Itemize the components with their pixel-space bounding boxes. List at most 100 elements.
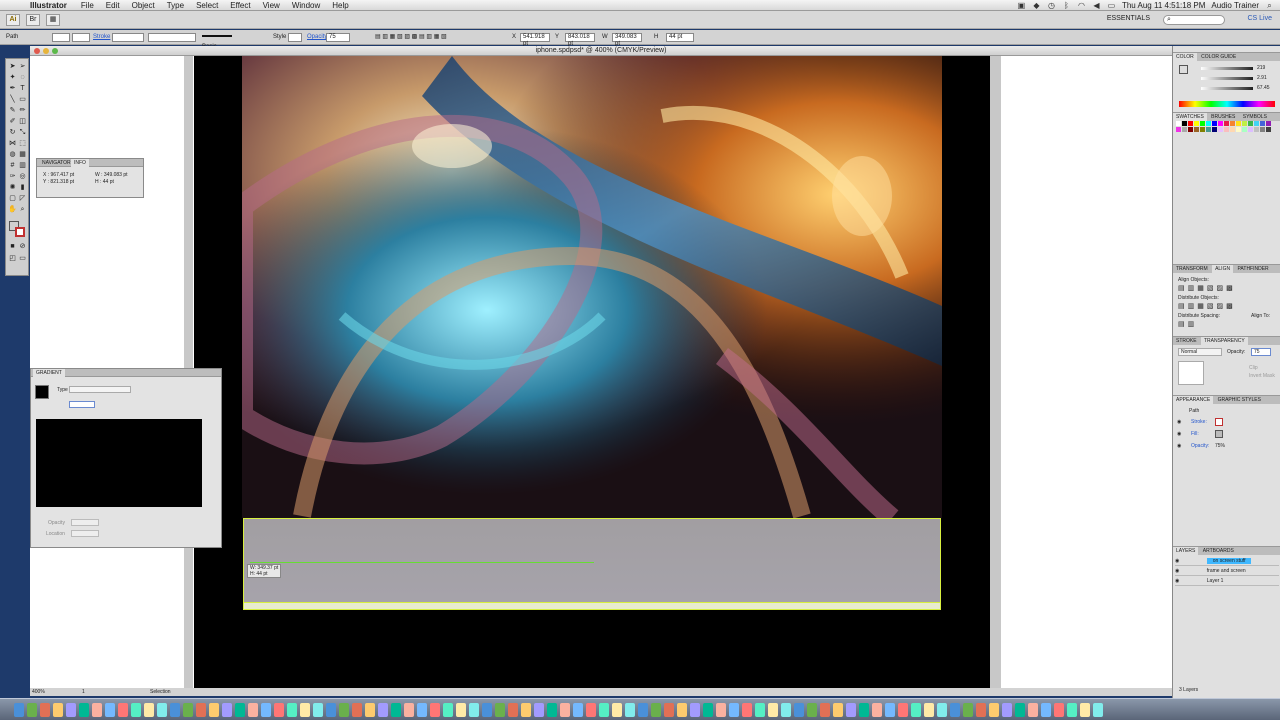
dock-app-icon[interactable]: [794, 702, 804, 717]
dock-app-icon[interactable]: [209, 702, 219, 717]
dock-app-icon[interactable]: [235, 702, 245, 717]
perspective-grid-tool-icon[interactable]: ▦: [18, 151, 27, 159]
dock-app-icon[interactable]: [677, 702, 687, 717]
dock-app-icon[interactable]: [638, 702, 648, 717]
y-field[interactable]: 843.018 pt: [565, 33, 595, 47]
rectangle-tool-icon[interactable]: ▭: [18, 96, 27, 104]
dock-app-icon[interactable]: [105, 702, 115, 717]
cs-live-button[interactable]: CS Live: [1247, 15, 1272, 22]
dock-app-icon[interactable]: [976, 702, 986, 717]
swatch[interactable]: [1200, 121, 1205, 126]
color-mode-icon[interactable]: ■: [8, 243, 17, 251]
dock-app-icon[interactable]: [14, 702, 24, 717]
dock-app-icon[interactable]: [92, 702, 102, 717]
swatch[interactable]: [1242, 121, 1247, 126]
layer-row[interactable]: ◉ frame and screen: [1175, 567, 1279, 576]
mesh-tool-icon[interactable]: #: [8, 162, 17, 170]
swatch-grid[interactable]: [1176, 121, 1271, 132]
stroke-weight-field[interactable]: [112, 33, 144, 42]
swatch[interactable]: [1218, 121, 1223, 126]
tab-appearance[interactable]: APPEARANCE: [1173, 396, 1214, 404]
dock-app-icon[interactable]: [53, 702, 63, 717]
dock-app-icon[interactable]: [144, 702, 154, 717]
dock-app-icon[interactable]: [872, 702, 882, 717]
dock-app-icon[interactable]: [560, 702, 570, 717]
swatch[interactable]: [1236, 127, 1241, 132]
fill-visibility-icon[interactable]: ◉: [1177, 431, 1181, 437]
gradient-type-select[interactable]: [69, 386, 131, 393]
layer-name[interactable]: on screen stuff: [1206, 558, 1252, 564]
dock-app-icon[interactable]: [183, 702, 193, 717]
dock-app-icon[interactable]: [248, 702, 258, 717]
tab-info[interactable]: INFO: [71, 159, 89, 167]
paintbrush-tool-icon[interactable]: ✎: [8, 107, 17, 115]
scale-tool-icon[interactable]: ⤡: [18, 129, 27, 137]
tab-color-guide[interactable]: COLOR GUIDE: [1198, 54, 1239, 60]
dock-app-icon[interactable]: [430, 702, 440, 717]
arrange-documents-icon[interactable]: ▦: [46, 13, 60, 26]
blob-brush-tool-icon[interactable]: ✐: [8, 118, 17, 126]
swatch[interactable]: [1248, 127, 1253, 132]
user-menu[interactable]: Audio Trainer: [1211, 1, 1259, 10]
wifi-icon[interactable]: ◠: [1077, 1, 1086, 10]
zoom-tool-icon[interactable]: ⌕: [18, 206, 27, 214]
dock-app-icon[interactable]: [1067, 702, 1077, 717]
menu-object[interactable]: Object: [132, 1, 155, 10]
dock-app-icon[interactable]: [586, 702, 596, 717]
tab-transform[interactable]: TRANSFORM: [1173, 266, 1211, 272]
dock-app-icon[interactable]: [456, 702, 466, 717]
dock-app-icon[interactable]: [911, 702, 921, 717]
tab-symbols[interactable]: SYMBOLS: [1240, 114, 1270, 120]
appearance-fill-row[interactable]: Fill:: [1191, 431, 1199, 437]
swatch[interactable]: [1188, 127, 1193, 132]
swatch[interactable]: [1260, 127, 1265, 132]
selected-reflection-path[interactable]: [243, 518, 941, 604]
minimize-window-icon[interactable]: [43, 48, 49, 54]
y-slider[interactable]: [1201, 87, 1253, 90]
dock-app-icon[interactable]: [313, 702, 323, 717]
dock-app-icon[interactable]: [300, 702, 310, 717]
tab-swatches[interactable]: SWATCHES: [1173, 113, 1207, 121]
menu-effect[interactable]: Effect: [230, 1, 250, 10]
dock-app-icon[interactable]: [521, 702, 531, 717]
layer-visibility-icon[interactable]: ◉: [1175, 558, 1179, 564]
swatch[interactable]: [1182, 121, 1187, 126]
swatch[interactable]: [1248, 121, 1253, 126]
rotate-tool-icon[interactable]: ↻: [8, 129, 17, 137]
swatch[interactable]: [1188, 121, 1193, 126]
c-value[interactable]: 219: [1257, 65, 1265, 71]
stroke-swatch[interactable]: [72, 33, 90, 42]
gradient-slider-area[interactable]: [36, 419, 202, 507]
dock-app-icon[interactable]: [612, 702, 622, 717]
dock-app-icon[interactable]: [417, 702, 427, 717]
direct-selection-tool-icon[interactable]: ➢: [18, 63, 27, 71]
swatch[interactable]: [1230, 127, 1235, 132]
zoom-level[interactable]: 400%: [32, 688, 45, 696]
screen-mode-icon[interactable]: ▭: [18, 255, 27, 263]
dock-app-icon[interactable]: [1028, 702, 1038, 717]
dock-app-icon[interactable]: [40, 702, 50, 717]
line-tool-icon[interactable]: ╲: [8, 96, 17, 104]
gradient-opacity-field[interactable]: [71, 519, 99, 526]
artboard-tool-icon[interactable]: ▢: [8, 195, 17, 203]
c-slider[interactable]: [1201, 67, 1253, 70]
layer-name[interactable]: frame and screen: [1207, 568, 1246, 574]
type-tool-icon[interactable]: T: [18, 85, 27, 93]
dock-app-icon[interactable]: [508, 702, 518, 717]
swatch[interactable]: [1212, 121, 1217, 126]
tab-gradient[interactable]: GRADIENT: [33, 369, 65, 377]
dock-app-icon[interactable]: [1080, 702, 1090, 717]
dock-app-icon[interactable]: [898, 702, 908, 717]
dock-app-icon[interactable]: [1015, 702, 1025, 717]
h-field[interactable]: 44 pt: [666, 33, 694, 42]
dock-app-icon[interactable]: [27, 702, 37, 717]
swatch[interactable]: [1266, 121, 1271, 126]
eyedropper-tool-icon[interactable]: ✑: [8, 173, 17, 181]
dock-app-icon[interactable]: [378, 702, 388, 717]
dock-app-icon[interactable]: [729, 702, 739, 717]
bluetooth-icon[interactable]: ᛒ: [1062, 1, 1071, 10]
help-search-input[interactable]: ⌕: [1163, 15, 1225, 25]
tab-pathfinder[interactable]: PATHFINDER: [1234, 266, 1271, 272]
menu-file[interactable]: File: [81, 1, 94, 10]
appearance-fill-swatch[interactable]: [1215, 430, 1223, 438]
